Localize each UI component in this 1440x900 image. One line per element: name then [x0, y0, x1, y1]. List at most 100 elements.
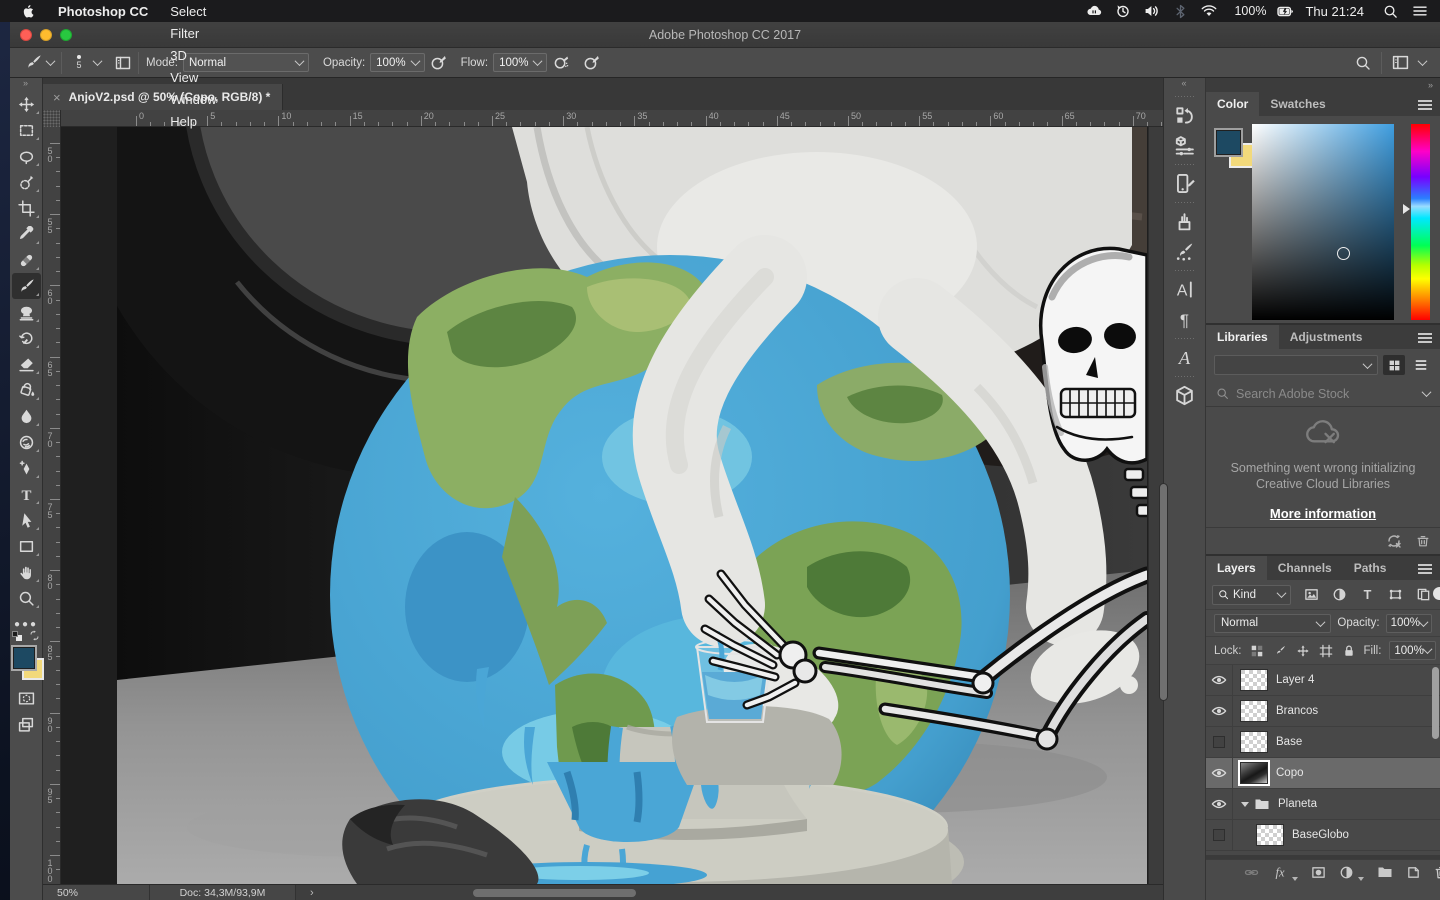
layer-name[interactable]: Planeta	[1278, 798, 1317, 810]
filter-pixel-filter-button[interactable]	[1301, 585, 1322, 604]
eraser-tool[interactable]	[12, 351, 41, 377]
expand-panels-icon[interactable]: «	[1181, 78, 1187, 92]
lock-artboard-button[interactable]	[1319, 644, 1333, 658]
lock-brush-button[interactable]	[1273, 644, 1287, 658]
rectangle-tool[interactable]	[12, 533, 41, 559]
more-information-link[interactable]: More information	[1270, 506, 1376, 521]
layer-visibility-empty[interactable]	[1206, 820, 1233, 850]
quick-mask-button[interactable]	[12, 685, 41, 711]
menu-app-name[interactable]: Photoshop CC	[47, 0, 159, 22]
group-expand-chevron[interactable]	[1241, 802, 1249, 807]
lasso-tool[interactable]	[12, 143, 41, 169]
lock-all-button[interactable]	[1342, 644, 1356, 658]
stock-search-field[interactable]	[1206, 381, 1440, 407]
layer-opacity-select[interactable]: 100%	[1386, 614, 1432, 633]
layer-row-copo[interactable]: Copo	[1206, 758, 1440, 789]
vertical-scroll-thumb[interactable]	[1159, 483, 1168, 701]
panel-menu-icon[interactable]	[1418, 564, 1432, 576]
swap-colors-icon[interactable]	[29, 630, 40, 641]
bluetooth-icon[interactable]	[1173, 4, 1188, 19]
vertical-ruler[interactable]: 50556065707580859095100	[43, 127, 61, 884]
pen-tool[interactable]	[12, 455, 41, 481]
new-group-button[interactable]	[1377, 864, 1393, 880]
menu-item-select[interactable]: Select	[159, 0, 227, 22]
search-icon[interactable]	[1355, 55, 1371, 71]
quick-selection-tool[interactable]	[12, 169, 41, 195]
time-machine-icon[interactable]	[1115, 3, 1131, 19]
color-picker-ring[interactable]	[1337, 247, 1350, 260]
tab-layers[interactable]: Layers	[1206, 556, 1267, 580]
zoom-tool[interactable]	[12, 585, 41, 611]
hand-tool[interactable]	[12, 559, 41, 585]
layer-name[interactable]: Brancos	[1276, 705, 1318, 717]
flow-select[interactable]: 100%	[493, 53, 547, 72]
panel-icon-glyphs[interactable]: A	[1167, 342, 1203, 372]
wifi-icon[interactable]	[1201, 3, 1217, 19]
panel-icon-character[interactable]: A	[1167, 274, 1203, 304]
screen-mode-button[interactable]	[12, 711, 41, 737]
layer-thumbnail[interactable]	[1256, 824, 1284, 846]
add-mask-button[interactable]	[1311, 865, 1326, 880]
tab-adjustments[interactable]: Adjustments	[1279, 325, 1374, 349]
layer-name[interactable]: Base	[1276, 736, 1302, 748]
layer-name[interactable]: BaseGlobo	[1292, 829, 1349, 841]
panel-icon-history[interactable]	[1167, 100, 1203, 130]
filter-shape-filter-button[interactable]	[1385, 585, 1406, 604]
layer-thumbnail[interactable]	[1240, 762, 1268, 784]
menu-item-filter[interactable]: Filter	[159, 22, 227, 44]
pressure-size-icon[interactable]	[583, 54, 600, 71]
filter-toggle-pill[interactable]	[1433, 587, 1440, 600]
horizontal-scroll-thumb[interactable]	[473, 889, 636, 897]
new-layer-button[interactable]	[1406, 865, 1421, 880]
clone-stamp-tool[interactable]	[12, 299, 41, 325]
chevron-down-icon[interactable]	[1418, 56, 1428, 66]
vertical-scrollbar[interactable]	[1148, 127, 1163, 884]
menu-item-3d[interactable]: 3D	[159, 44, 227, 66]
collapse-dock-icon[interactable]: »	[1206, 78, 1440, 92]
filter-adjustment-button[interactable]	[1329, 585, 1350, 604]
blend-mode-select[interactable]: Normal	[1214, 614, 1331, 633]
dodge-tool[interactable]	[12, 429, 41, 455]
tab-color[interactable]: Color	[1206, 92, 1259, 116]
layer-row-baseglobo[interactable]: BaseGlobo	[1206, 820, 1440, 851]
spot-healing-tool[interactable]	[12, 247, 41, 273]
saturation-brightness-field[interactable]	[1252, 124, 1394, 320]
library-select[interactable]	[1214, 355, 1378, 375]
crop-tool[interactable]	[12, 195, 41, 221]
default-colors-icon[interactable]	[12, 631, 22, 641]
link-layers-button[interactable]	[1244, 865, 1259, 880]
menu-item-view[interactable]: View	[159, 66, 227, 88]
layers-scroll-thumb[interactable]	[1432, 667, 1439, 739]
layer-thumbnail[interactable]	[1240, 731, 1268, 753]
panel-icon-threed[interactable]	[1167, 380, 1203, 410]
eyedropper-tool[interactable]	[12, 221, 41, 247]
panel-icon-brush-presets[interactable]	[1167, 206, 1203, 236]
type-tool[interactable]: T	[12, 481, 41, 507]
status-doc-size[interactable]: Doc: 34,3M/93,9M	[150, 885, 296, 900]
hue-slider-arrow[interactable]	[1403, 204, 1410, 214]
workspace-icon[interactable]	[1392, 54, 1409, 71]
panel-icon-properties[interactable]	[1167, 130, 1203, 160]
layer-style-button[interactable]: fx	[1272, 864, 1288, 880]
delete-layer-button[interactable]	[1434, 865, 1440, 880]
layer-name[interactable]: Copo	[1276, 767, 1304, 779]
layer-visibility-eye[interactable]	[1206, 665, 1233, 695]
notification-center-icon[interactable]	[1412, 3, 1428, 19]
hue-slider[interactable]	[1411, 124, 1430, 320]
pressure-opacity-icon[interactable]	[430, 54, 447, 71]
brush-tool[interactable]	[12, 273, 41, 299]
layer-visibility-empty[interactable]	[1206, 727, 1233, 757]
trash-icon[interactable]	[1416, 534, 1430, 548]
menu-item-window[interactable]: Window	[159, 88, 227, 110]
apple-menu[interactable]	[10, 0, 47, 22]
layer-row-layer-4[interactable]: Layer 4	[1206, 665, 1440, 696]
filter-type-filter-button[interactable]: T	[1357, 585, 1378, 604]
layer-row-brancos[interactable]: Brancos	[1206, 696, 1440, 727]
document-canvas[interactable]	[117, 127, 1147, 884]
battery-icon[interactable]	[1277, 3, 1294, 20]
status-zoom-level[interactable]: 50%	[43, 885, 150, 900]
panel-icon-device-preview[interactable]	[1167, 168, 1203, 198]
tab-paths[interactable]: Paths	[1343, 556, 1398, 580]
foreground-color-swatch[interactable]	[1216, 130, 1241, 155]
volume-icon[interactable]	[1144, 3, 1160, 19]
